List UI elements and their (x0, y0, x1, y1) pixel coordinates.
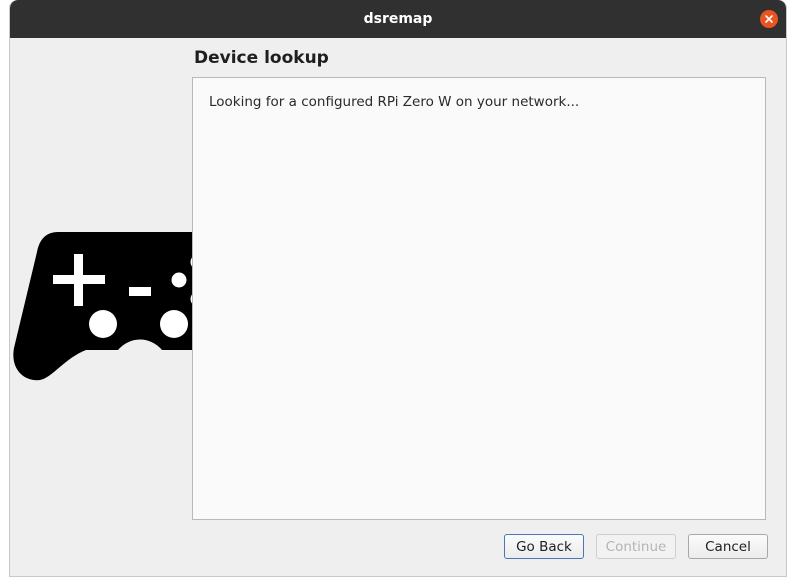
page-title: Device lookup (194, 48, 329, 68)
continue-button[interactable]: Continue (596, 534, 676, 559)
cancel-button[interactable]: Cancel (688, 534, 768, 559)
window-title: dsremap (363, 11, 433, 27)
go-back-button[interactable]: Go Back (504, 534, 584, 559)
app-window: dsremap Device lookup Looking for a conf… (9, 0, 787, 577)
status-message: Looking for a configured RPi Zero W on y… (209, 94, 580, 110)
close-icon (765, 15, 773, 23)
close-button[interactable] (760, 10, 778, 28)
content-panel: Looking for a configured RPi Zero W on y… (192, 77, 766, 520)
titlebar[interactable]: dsremap (10, 0, 786, 38)
